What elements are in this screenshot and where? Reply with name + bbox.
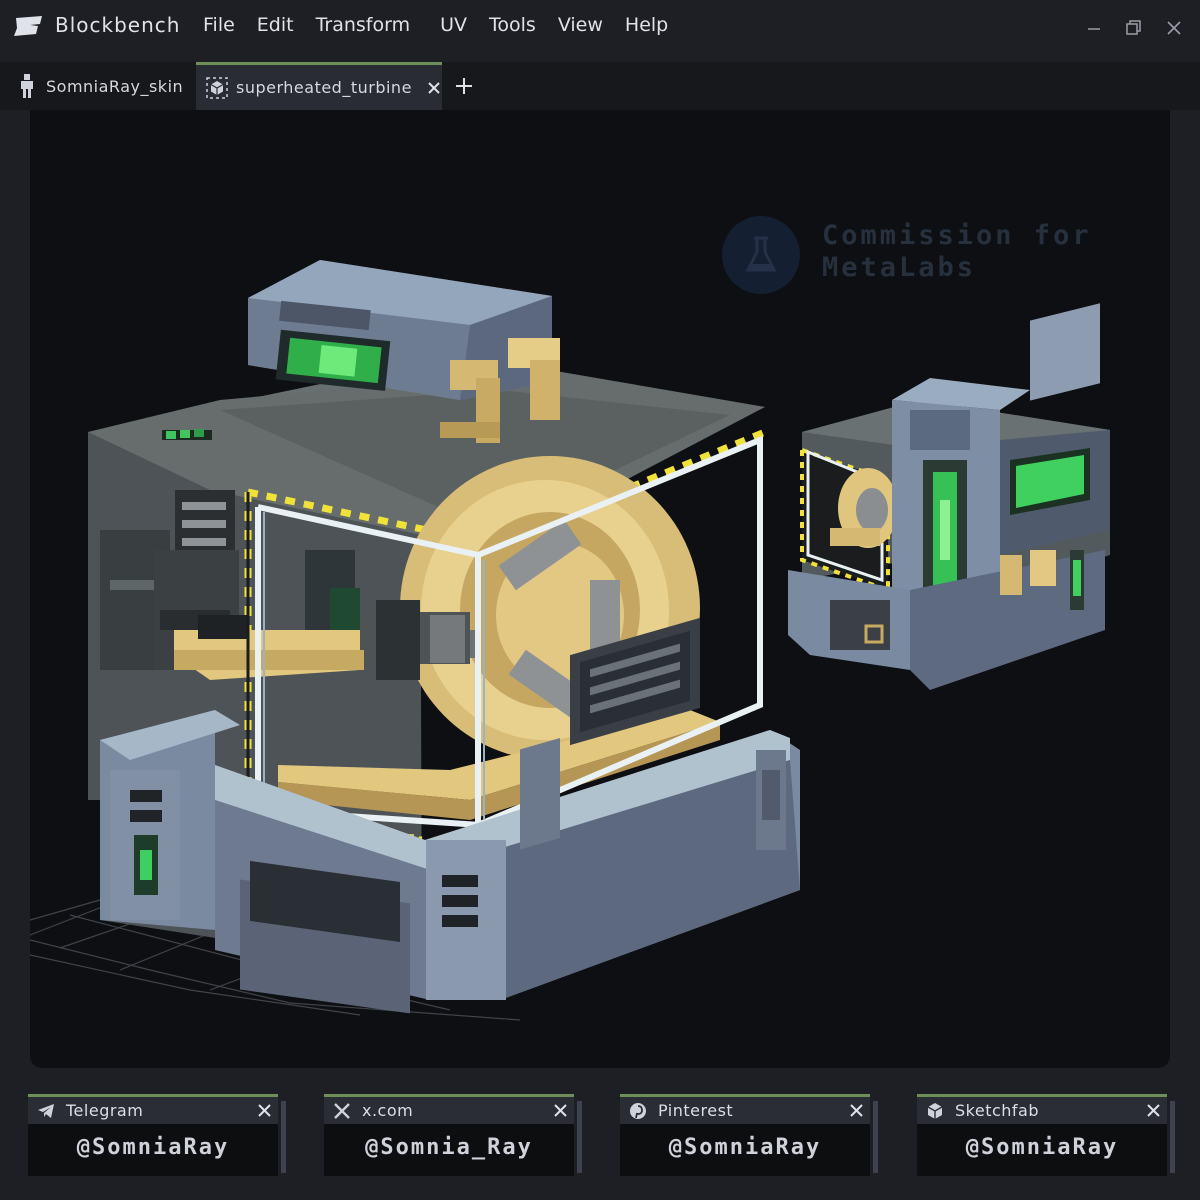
telegram-icon: [36, 1102, 56, 1120]
social-handle: @Somnia_Ray: [365, 1135, 533, 1160]
tab-superheated-turbine[interactable]: superheated_turbine: [196, 62, 442, 110]
watermark-line-1: Commission for: [822, 220, 1092, 251]
close-icon[interactable]: [257, 1103, 272, 1118]
close-tab-icon[interactable]: [426, 80, 442, 96]
watermark-line-2: MetaLabs: [822, 252, 977, 283]
flask-icon: [722, 216, 800, 294]
social-handle: @SomniaRay: [965, 1135, 1119, 1160]
minimize-icon: [1088, 28, 1100, 30]
close-icon[interactable]: [849, 1103, 864, 1118]
restore-icon: [1126, 20, 1141, 35]
social-panel-sketchfab: Sketchfab @SomniaRay: [917, 1094, 1175, 1176]
person-icon: [16, 74, 38, 98]
social-panel-pinterest: Pinterest @SomniaRay: [620, 1094, 878, 1176]
window-controls: [1082, 16, 1186, 40]
social-handle: @SomniaRay: [76, 1135, 230, 1160]
social-handle: @SomniaRay: [668, 1135, 822, 1160]
close-window-button[interactable]: [1162, 16, 1186, 40]
blockbench-logo-icon: [14, 16, 42, 36]
sketchfab-icon: [925, 1102, 945, 1120]
3d-viewport[interactable]: Commission for MetaLabs: [30, 110, 1170, 1068]
big-turbine-model: [88, 260, 800, 1014]
social-panel-telegram: Telegram @SomniaRay: [28, 1094, 286, 1176]
watermark: Commission for MetaLabs: [722, 216, 1102, 296]
social-panel-header: x.com: [324, 1097, 574, 1124]
close-icon: [1167, 21, 1181, 35]
close-icon[interactable]: [1146, 1103, 1161, 1118]
social-label: Pinterest: [658, 1101, 734, 1120]
social-panel-header: Sketchfab: [917, 1097, 1167, 1124]
social-panel-header: Pinterest: [620, 1097, 870, 1124]
menu-transform[interactable]: Transform: [305, 14, 422, 36]
cube-icon: [206, 76, 228, 99]
close-icon[interactable]: [553, 1103, 568, 1118]
menu-help[interactable]: Help: [614, 14, 679, 36]
social-panel-header: Telegram: [28, 1097, 278, 1124]
social-label: Telegram: [66, 1101, 144, 1120]
tab-label: superheated_turbine: [236, 78, 412, 97]
menu-file[interactable]: File: [192, 14, 246, 36]
app-name: Blockbench: [55, 13, 181, 37]
tab-bar: SomniaRay_skin superheated_turbine: [0, 62, 1200, 110]
restore-button[interactable]: [1122, 16, 1146, 40]
pinterest-icon: [628, 1102, 648, 1120]
minimize-button[interactable]: [1082, 16, 1106, 40]
tab-label: SomniaRay_skin: [46, 76, 184, 96]
small-turbine-model: [788, 303, 1110, 690]
tab-somniaray-skin[interactable]: SomniaRay_skin: [0, 62, 192, 110]
menu-tools[interactable]: Tools: [478, 14, 547, 36]
menu-edit[interactable]: Edit: [246, 14, 305, 36]
x-icon: [332, 1102, 352, 1120]
menu-uv[interactable]: UV: [429, 14, 478, 36]
social-panel-x: x.com @Somnia_Ray: [324, 1094, 582, 1176]
menu-bar: File Edit Transform UV Tools View Help: [192, 14, 679, 36]
title-bar: Blockbench File Edit Transform UV Tools …: [0, 0, 1200, 58]
add-tab-icon[interactable]: [452, 74, 476, 98]
social-label: x.com: [362, 1101, 414, 1120]
social-label: Sketchfab: [955, 1101, 1039, 1120]
menu-view[interactable]: View: [547, 14, 614, 36]
